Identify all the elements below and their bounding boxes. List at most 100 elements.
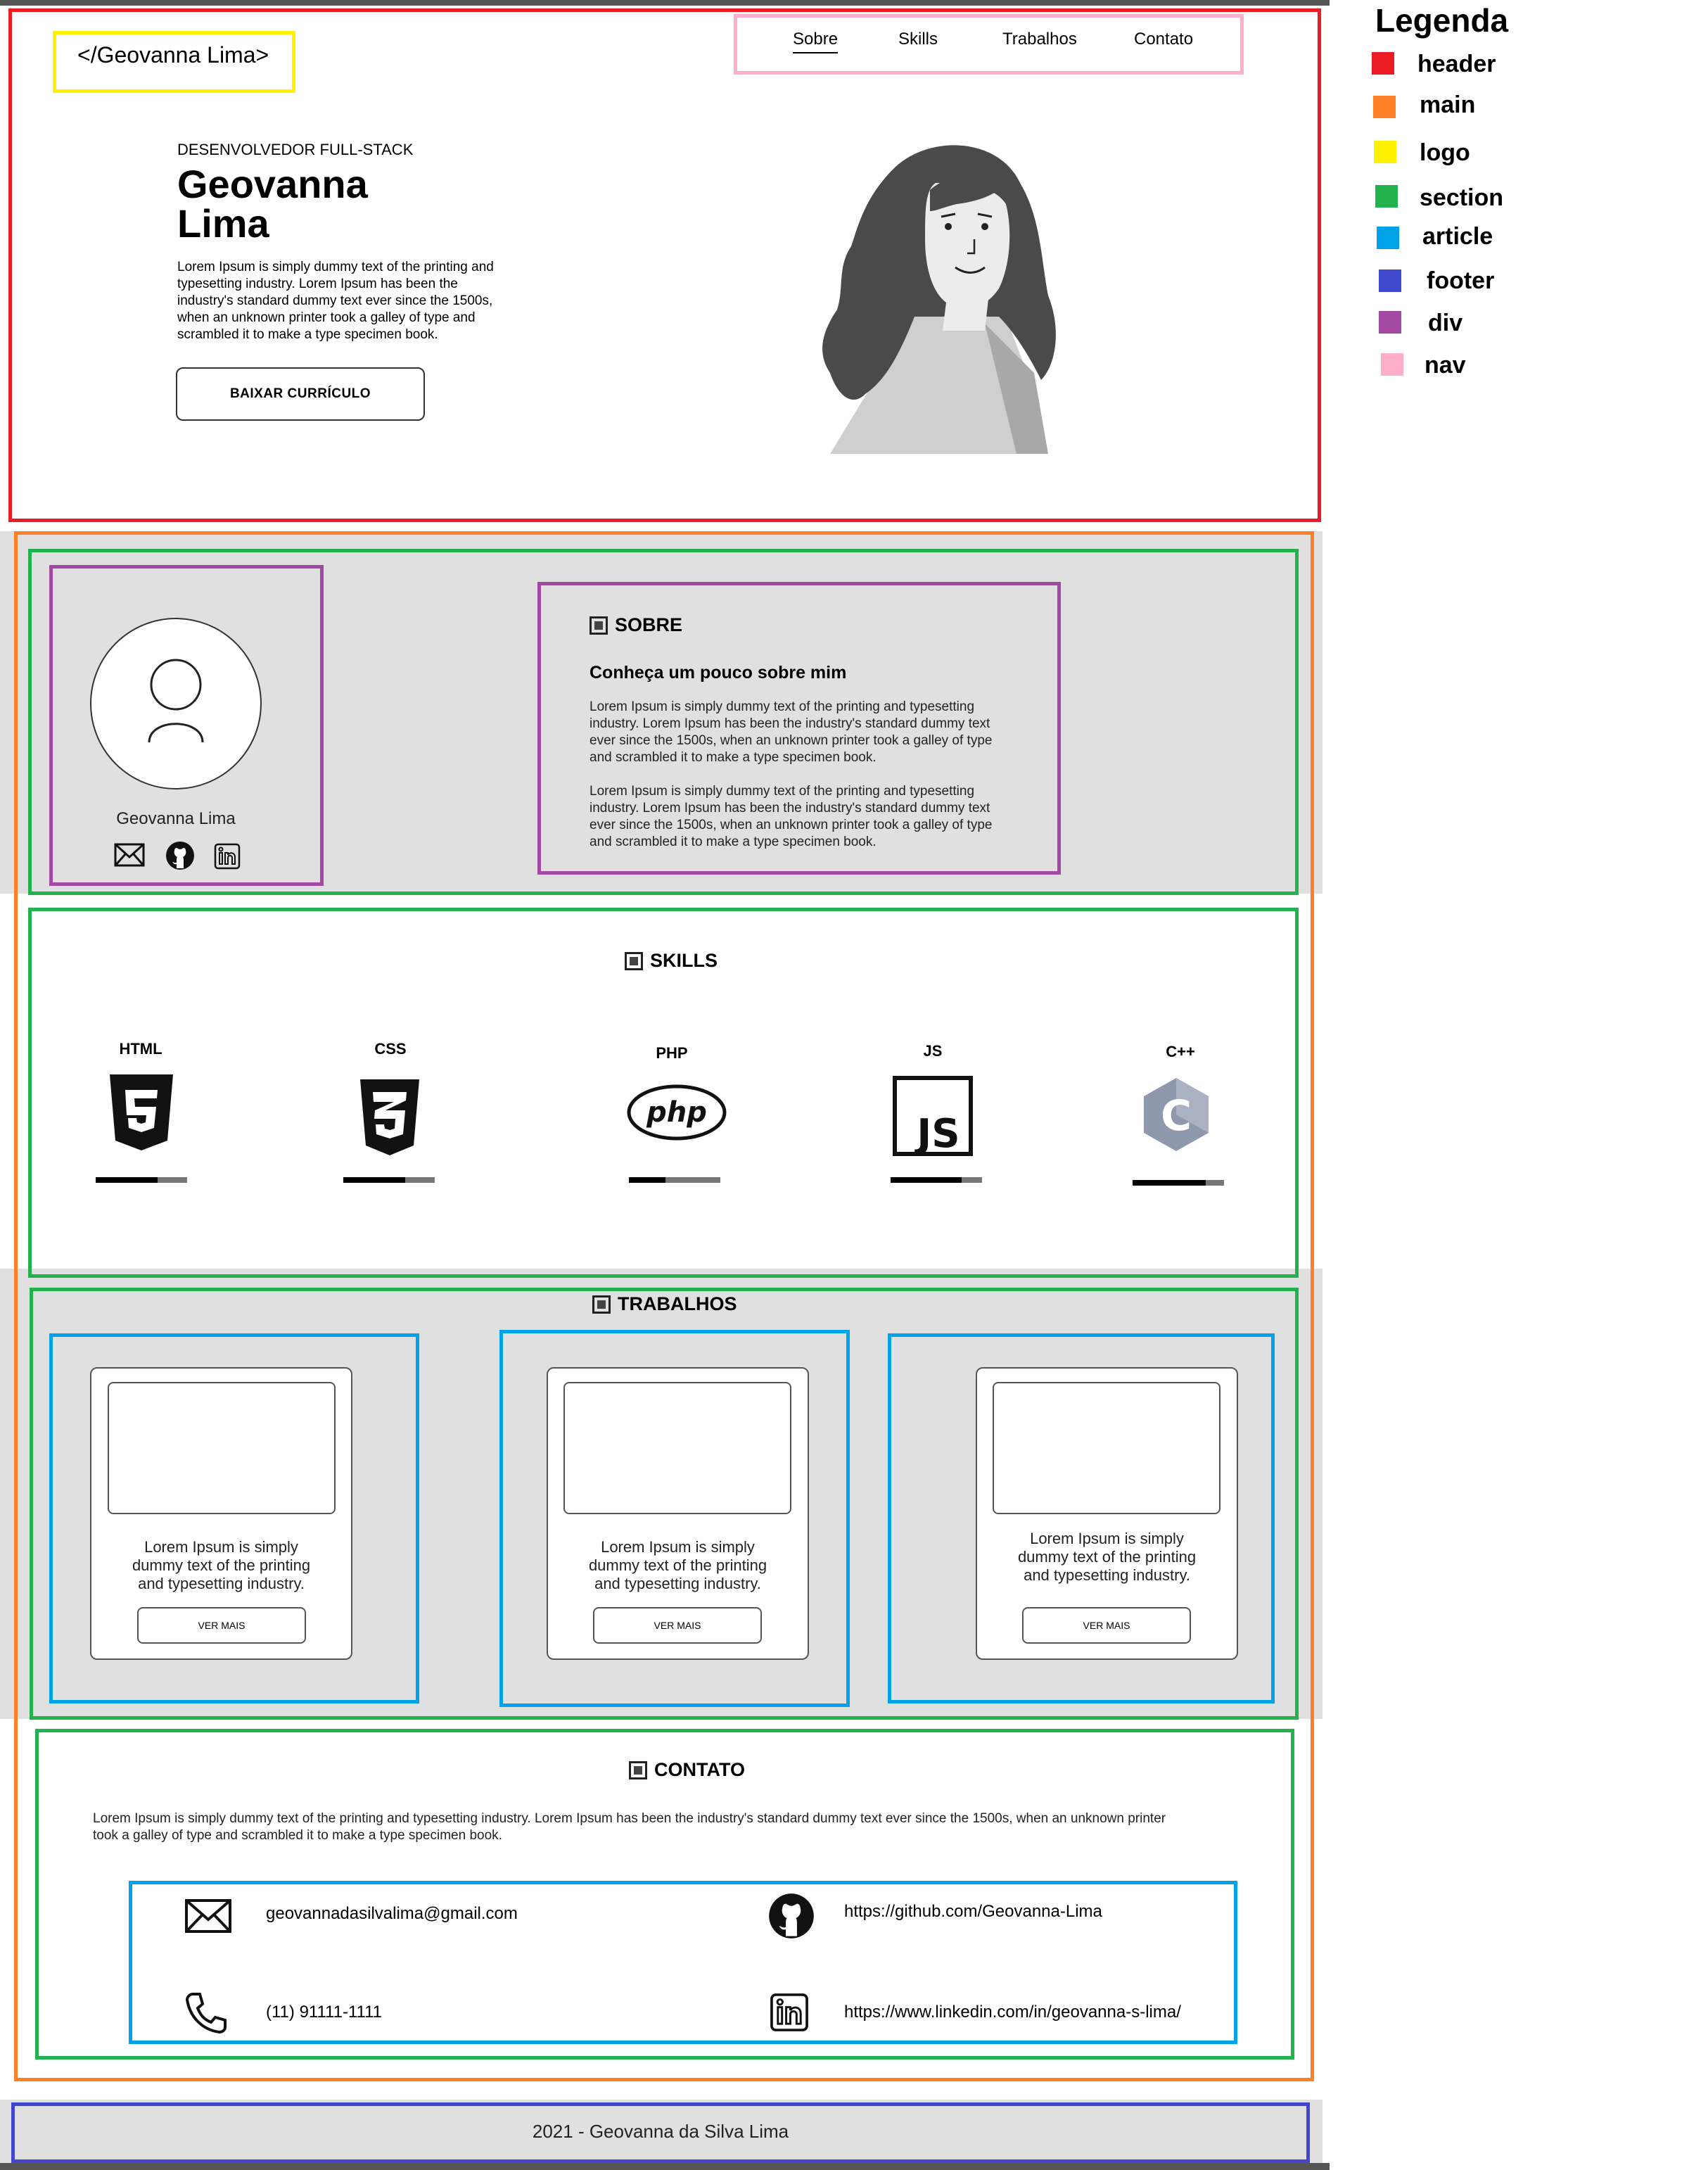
hero-name-line1: Geovanna — [177, 162, 368, 206]
legend-label-nav: nav — [1425, 352, 1466, 379]
skill-label-css: CSS — [374, 1040, 407, 1058]
skill-bar-html — [96, 1177, 187, 1183]
about-text-line: ever since the 1500s, when an unknown pr… — [589, 733, 993, 748]
section-square-icon — [625, 951, 643, 970]
nav-link-contato[interactable]: Contato — [1134, 30, 1193, 49]
work-card-line: Lorem Ipsum is simply — [601, 1538, 755, 1556]
logo[interactable]: </Geovanna Lima> — [77, 42, 269, 68]
legend-label-article: article — [1422, 223, 1493, 250]
skill-bar-fill — [343, 1177, 406, 1183]
contact-description: Lorem Ipsum is simply dummy text of the … — [93, 1810, 1282, 1844]
legend-swatch-section — [1375, 185, 1398, 208]
cplusplus-icon: C — [1144, 1078, 1209, 1151]
work-card-image — [108, 1382, 336, 1514]
legend-title: Legenda — [1375, 2, 1509, 39]
svg-text:php: php — [646, 1096, 707, 1129]
contact-github[interactable]: https://github.com/Geovanna-Lima — [844, 1902, 1102, 1922]
nav-link-skills[interactable]: Skills — [898, 30, 938, 49]
work-card-text: Lorem Ipsum is simply dummy text of the … — [90, 1538, 352, 1593]
email-icon[interactable] — [114, 843, 145, 867]
legend-label-footer: footer — [1427, 267, 1495, 294]
legend-label-div: div — [1428, 310, 1463, 336]
email-icon — [185, 1899, 231, 1933]
legend-swatch-main — [1373, 96, 1396, 118]
illustration-left-eye — [945, 223, 952, 230]
skill-label-html: HTML — [119, 1040, 162, 1058]
skill-bar-fill — [629, 1177, 665, 1183]
about-paragraph-1: Lorem Ipsum is simply dummy text of the … — [589, 699, 1040, 766]
illustration-right-eye — [981, 223, 988, 230]
skill-label-js: JS — [923, 1042, 943, 1060]
contact-title-text: CONTATO — [654, 1759, 745, 1780]
github-icon — [769, 1893, 814, 1939]
phone-icon — [185, 1993, 227, 2034]
bottom-border — [0, 2163, 1330, 2170]
skill-label-php: PHP — [656, 1044, 688, 1062]
contact-title: CONTATO — [629, 1759, 745, 1781]
view-more-button[interactable]: VER MAIS — [593, 1607, 762, 1644]
woman-illustration — [822, 145, 1056, 454]
about-title: SOBRE — [589, 614, 682, 636]
contact-linkedin[interactable]: https://www.linkedin.com/in/geovanna-s-l… — [844, 2003, 1181, 2022]
legend-label-main: main — [1420, 91, 1476, 118]
contact-email[interactable]: geovannadasilvalima@gmail.com — [266, 1904, 518, 1924]
svg-text:C: C — [1161, 1091, 1192, 1141]
nav-link-sobre[interactable]: Sobre — [793, 30, 839, 53]
hero-text-line: scrambled it to make a type specimen boo… — [177, 327, 438, 342]
skill-bar-fill — [96, 1177, 158, 1183]
view-more-button[interactable]: VER MAIS — [1022, 1607, 1191, 1644]
css3-icon — [360, 1079, 419, 1155]
work-card-line: and typesetting industry. — [138, 1575, 305, 1592]
linkedin-icon[interactable] — [214, 843, 241, 870]
skill-bar-fill — [1133, 1180, 1206, 1186]
work-card-line: dummy text of the printing — [132, 1556, 311, 1574]
html5-icon — [110, 1074, 173, 1150]
about-paragraph-2: Lorem Ipsum is simply dummy text of the … — [589, 783, 1040, 851]
work-card-line: and typesetting industry. — [594, 1575, 761, 1592]
work-card-line: Lorem Ipsum is simply — [144, 1538, 298, 1556]
hero-subtitle: DESENVOLVEDOR FULL-STACK — [177, 141, 414, 158]
work-card-line: dummy text of the printing — [1017, 1548, 1197, 1566]
about-text-line: and scrambled it to make a type specimen… — [589, 750, 877, 765]
hero-description: Lorem Ipsum is simply dummy text of the … — [177, 259, 543, 343]
github-icon[interactable] — [165, 840, 196, 871]
legend-swatch-div — [1379, 311, 1401, 334]
legend-label-section: section — [1420, 184, 1504, 211]
section-square-icon — [629, 1760, 647, 1779]
hero-text-line: when an unknown printer took a galley of… — [177, 310, 476, 325]
skills-title-text: SKILLS — [650, 950, 718, 971]
legend-swatch-header — [1372, 52, 1394, 75]
nav-link-trabalhos[interactable]: Trabalhos — [1002, 30, 1077, 49]
hero-text-line: Lorem Ipsum is simply dummy text of the … — [177, 260, 494, 274]
legend-swatch-article — [1377, 227, 1399, 249]
legend-swatch-nav — [1381, 353, 1403, 376]
contact-text-line: took a galley of type and scrambled it t… — [93, 1828, 502, 1843]
skills-title: SKILLS — [625, 950, 718, 972]
work-card-image — [993, 1382, 1221, 1514]
about-text-line: Lorem Ipsum is simply dummy text of the … — [589, 784, 975, 799]
work-card-text: Lorem Ipsum is simply dummy text of the … — [976, 1530, 1238, 1585]
contact-text-line: Lorem Ipsum is simply dummy text of the … — [93, 1811, 1166, 1826]
works-title: TRABALHOS — [592, 1293, 737, 1315]
work-card-image — [563, 1382, 791, 1514]
section-square-icon — [592, 1295, 611, 1314]
work-card-line: Lorem Ipsum is simply — [1030, 1530, 1184, 1547]
contact-phone[interactable]: (11) 91111-1111 — [266, 2003, 382, 2022]
legend-label-header: header — [1417, 51, 1496, 77]
work-card-text: Lorem Ipsum is simply dummy text of the … — [547, 1538, 809, 1593]
svg-text:JS: JS — [914, 1111, 960, 1157]
footer-text: 2021 - Geovanna da Silva Lima — [532, 2121, 789, 2142]
hero-text-line: typesetting industry. Lorem Ipsum has be… — [177, 277, 458, 291]
legend-swatch-logo — [1374, 141, 1396, 163]
hero-text-line: industry's standard dummy text ever sinc… — [177, 293, 493, 308]
top-border — [0, 0, 1330, 6]
skill-bar-fill — [891, 1177, 962, 1183]
view-more-button[interactable]: VER MAIS — [137, 1607, 306, 1644]
legend-swatch-footer — [1379, 269, 1401, 292]
about-subtitle: Conheça um pouco sobre mim — [589, 663, 847, 683]
about-text-line: ever since the 1500s, when an unknown pr… — [589, 818, 993, 832]
work-card-line: dummy text of the printing — [588, 1556, 767, 1574]
skill-bar-cpp — [1133, 1180, 1224, 1186]
profile-name: Geovanna Lima — [116, 809, 236, 828]
download-cv-button[interactable]: BAIXAR CURRÍCULO — [176, 367, 425, 421]
